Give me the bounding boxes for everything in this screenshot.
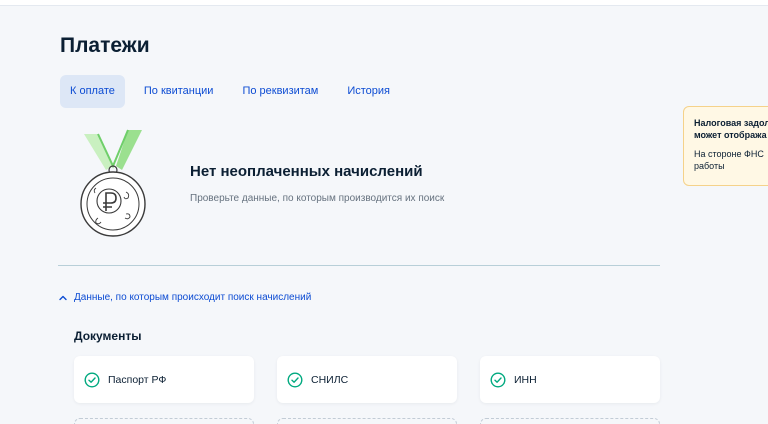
- tab-by-requisites[interactable]: По реквизитам: [232, 75, 328, 108]
- tab-to-pay[interactable]: К оплате: [60, 75, 125, 108]
- add-document-placeholder[interactable]: [480, 418, 660, 424]
- medal-ruble-icon: [80, 129, 146, 237]
- page-title: Платежи: [60, 34, 150, 57]
- document-label: СНИЛС: [311, 373, 349, 386]
- notice-body: На стороне ФНС работы: [694, 149, 764, 171]
- document-label: ИНН: [514, 373, 537, 386]
- chevron-up-icon: [59, 295, 67, 300]
- payment-tabs: К оплате По квитанции По реквизитам Исто…: [60, 75, 409, 108]
- tax-debt-notice: Налоговая задол может отобража На сторон…: [683, 106, 768, 186]
- document-label: Паспорт РФ: [108, 373, 167, 386]
- search-data-toggle[interactable]: Данные, по которым происходит поиск начи…: [58, 292, 311, 303]
- tab-history[interactable]: История: [337, 75, 400, 108]
- document-card-snils[interactable]: СНИЛС: [277, 356, 457, 403]
- divider: [58, 265, 660, 266]
- check-circle-icon: [287, 371, 303, 388]
- check-circle-icon: [84, 371, 100, 388]
- empty-state-subtitle: Проверьте данные, по которым производитс…: [190, 193, 445, 204]
- notice-title: Налоговая задол может отобража: [694, 118, 768, 140]
- empty-state-title: Нет неоплаченных начислений: [190, 163, 423, 180]
- add-document-placeholder[interactable]: [74, 418, 254, 424]
- document-card-passport[interactable]: Паспорт РФ: [74, 356, 254, 403]
- top-bar: [0, 0, 768, 6]
- search-data-toggle-label: Данные, по которым происходит поиск начи…: [74, 292, 312, 303]
- add-document-placeholder[interactable]: [277, 418, 457, 424]
- documents-title: Документы: [74, 329, 142, 343]
- document-card-inn[interactable]: ИНН: [480, 356, 660, 403]
- check-circle-icon: [490, 371, 506, 388]
- tab-by-receipt[interactable]: По квитанции: [134, 75, 224, 108]
